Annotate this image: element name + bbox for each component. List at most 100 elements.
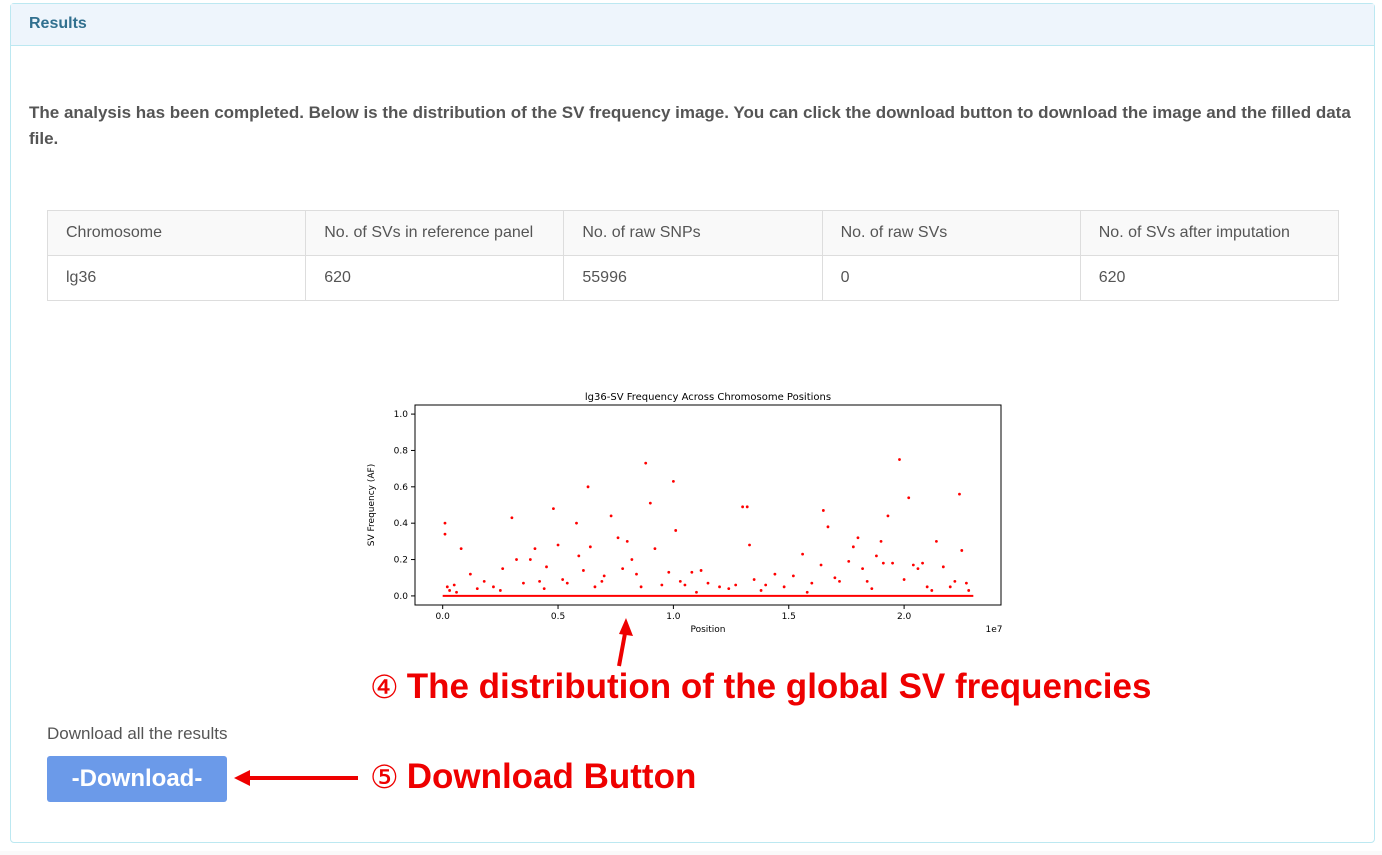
data-point — [621, 567, 625, 571]
cell-raw-snps: 55996 — [563, 255, 823, 301]
data-point — [851, 545, 855, 549]
cell-svs-after-imputation: 620 — [1079, 255, 1340, 301]
data-point — [683, 583, 687, 587]
data-point — [577, 554, 581, 558]
data-point — [443, 521, 447, 525]
data-point — [445, 585, 449, 589]
y-tick-label: 0.6 — [394, 483, 409, 493]
data-point — [782, 585, 786, 589]
data-point — [953, 579, 957, 583]
data-point — [948, 585, 952, 589]
data-point — [443, 532, 447, 536]
data-point — [898, 458, 901, 461]
data-point — [678, 579, 682, 583]
annotation-distribution-text: The distribution of the global SV freque… — [406, 667, 1152, 706]
plot-frame — [414, 404, 1002, 606]
data-point — [660, 583, 664, 587]
data-point — [586, 485, 590, 489]
data-point — [791, 574, 795, 578]
data-point — [925, 585, 929, 589]
data-point — [575, 521, 578, 525]
data-point — [718, 585, 721, 589]
data-point — [565, 581, 569, 585]
data-point — [588, 545, 592, 549]
results-table: Chromosome No. of SVs in reference panel… — [46, 210, 1340, 301]
panel-heading: Results — [11, 4, 1374, 46]
data-point — [886, 514, 890, 518]
data-point — [891, 561, 894, 565]
data-point — [826, 525, 830, 529]
col-raw-svs: No. of raw SVs — [821, 210, 1081, 256]
data-point — [542, 587, 546, 591]
data-point — [674, 529, 678, 532]
data-point — [625, 539, 629, 543]
col-raw-snps: No. of raw SNPs — [563, 210, 823, 256]
col-chromosome: Chromosome — [46, 210, 307, 256]
col-svs-reference: No. of SVs in reference panel — [305, 210, 565, 256]
download-label: Download all the results — [47, 724, 228, 743]
data-point — [960, 549, 964, 552]
y-tick-label: 1.0 — [394, 410, 409, 420]
chart-title: lg36-SV Frequency Across Chromosome Posi… — [585, 392, 831, 403]
table-header-row: Chromosome No. of SVs in reference panel… — [46, 210, 1340, 256]
data-point — [667, 570, 671, 574]
annotation-distribution: ④ The distribution of the global SV frequ… — [370, 667, 1151, 707]
data-point — [699, 569, 703, 572]
x-tick-label: 2.0 — [897, 612, 912, 622]
x-tick-label: 0.5 — [551, 612, 565, 622]
data-point — [875, 554, 878, 558]
data-point — [545, 565, 548, 569]
data-point — [881, 561, 885, 565]
data-point — [538, 579, 541, 583]
data-point — [833, 576, 837, 580]
data-point — [752, 578, 756, 581]
data-point — [911, 563, 915, 567]
data-point — [690, 570, 694, 574]
y-tick-label: 0.0 — [394, 592, 409, 602]
y-tick-label: 0.4 — [394, 519, 409, 529]
data-point — [801, 552, 804, 556]
data-point — [468, 572, 472, 576]
data-point — [879, 539, 883, 543]
page-bottom — [0, 851, 1382, 855]
analysis-message: The analysis has been completed. Below i… — [29, 103, 1351, 148]
data-point — [870, 587, 874, 591]
data-point — [600, 579, 604, 583]
data-point — [921, 561, 924, 565]
data-point — [501, 567, 505, 571]
data-point — [498, 589, 502, 592]
data-point — [510, 516, 514, 520]
data-point — [805, 590, 809, 594]
y-tick-label: 0.8 — [394, 446, 409, 456]
x-tick-label: 1.0 — [666, 612, 681, 622]
data-point — [635, 572, 638, 576]
annotation-number-5: ⑤ — [370, 758, 399, 796]
data-point — [648, 501, 652, 505]
data-point — [482, 579, 486, 583]
data-point — [630, 558, 634, 561]
data-point — [819, 563, 823, 567]
data-point — [773, 572, 777, 576]
data-point — [556, 543, 560, 547]
data-point — [552, 507, 555, 511]
data-point — [561, 578, 565, 581]
data-point — [706, 581, 710, 585]
data-point — [935, 539, 938, 543]
sv-frequency-chart: lg36-SV Frequency Across Chromosome Posi… — [367, 392, 1003, 635]
data-point — [930, 589, 934, 592]
download-button[interactable]: -Download- — [47, 756, 227, 802]
annotation-number-4: ④ — [370, 668, 399, 706]
data-point — [745, 505, 749, 509]
data-point — [452, 583, 456, 587]
data-point — [856, 536, 860, 540]
data-point — [671, 479, 675, 483]
annotation-download-text: Download Button — [406, 757, 697, 796]
data-point — [821, 509, 825, 512]
data-point — [861, 567, 864, 571]
data-point — [941, 565, 945, 569]
data-point — [533, 547, 537, 551]
data-point — [616, 536, 620, 540]
x-tick-label: 0.0 — [436, 612, 451, 622]
data-point — [695, 590, 698, 594]
cell-svs-reference: 620 — [305, 255, 565, 301]
